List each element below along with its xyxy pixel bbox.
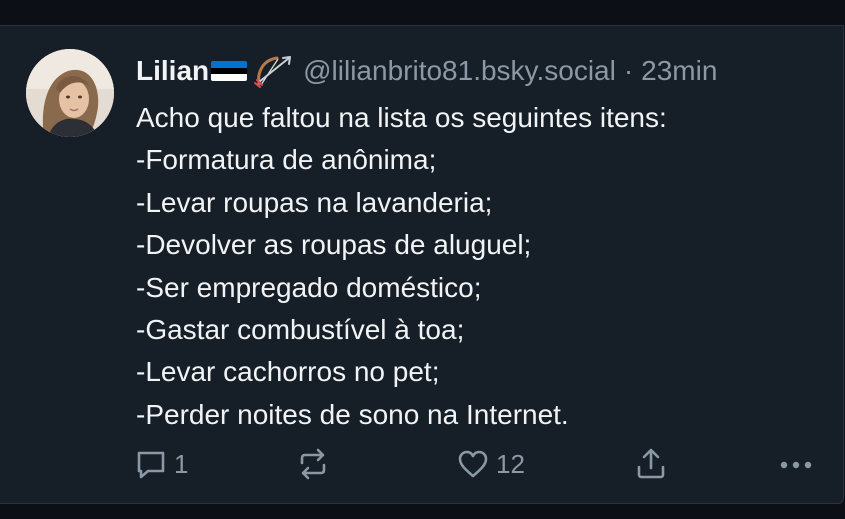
reply-icon (137, 451, 165, 479)
share-button[interactable] (634, 442, 668, 486)
author-display-name[interactable]: Lilian (136, 55, 209, 87)
avatar[interactable] (26, 49, 114, 137)
repost-icon (300, 448, 326, 480)
post-text-line: -Ser empregado doméstico; (136, 271, 482, 303)
header-separator: · (623, 55, 634, 86)
heart-icon (458, 450, 488, 478)
post-header: Lilian @lilianbrito81.bsky.social · 23mi… (136, 53, 717, 89)
post-text-line: -Gastar combustível à toa; (136, 314, 465, 346)
post-text-line: Acho que faltou na lista os seguintes it… (136, 102, 667, 133)
post-text-line: -Levar roupas na lavanderia; (136, 186, 493, 218)
share-icon (637, 448, 665, 479)
like-count: 12 (496, 448, 525, 479)
more-options-button[interactable] (776, 442, 816, 486)
post-timestamp[interactable]: 23min (641, 55, 717, 87)
post-text-line: -Levar cachorros no pet; (136, 356, 440, 388)
post-text: Acho que faltou na lista os seguintes it… (136, 97, 667, 436)
reply-count: 1 (174, 448, 189, 479)
repost-button[interactable] (296, 442, 330, 486)
author-handle[interactable]: @lilianbrito81.bsky.social (303, 55, 616, 87)
like-button[interactable]: 12 (456, 442, 525, 486)
reply-button[interactable]: 1 (134, 442, 188, 486)
post-text-line: -Devolver as roupas de aluguel; (136, 229, 532, 261)
more-icon (780, 461, 812, 469)
post-actions: 1 12 (0, 442, 843, 486)
post-text-line: -Perder noites de sono na Internet. (136, 398, 569, 430)
bow-and-arrow-icon (254, 56, 292, 88)
avatar-image (26, 49, 114, 137)
estonia-flag-icon (211, 61, 248, 81)
post-text-line: -Formatura de anônima; (136, 144, 437, 176)
post-card[interactable]: Lilian @lilianbrito81.bsky.social · 23mi… (0, 25, 844, 504)
